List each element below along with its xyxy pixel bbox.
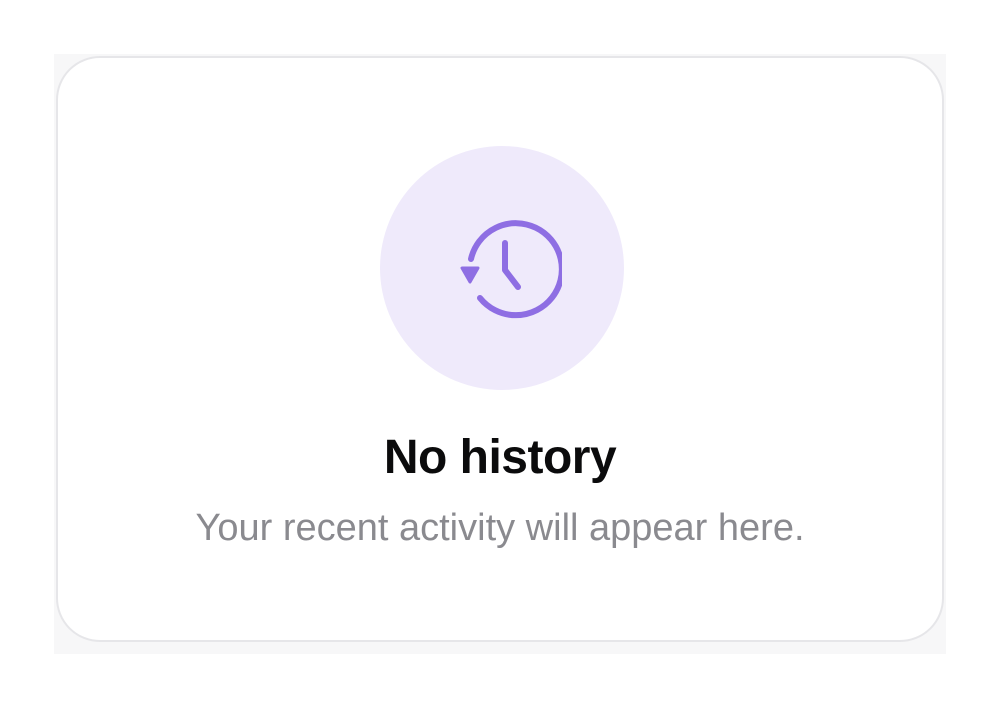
history-icon: [460, 220, 562, 319]
empty-state-title: No history: [383, 431, 617, 484]
empty-state-subtitle: Your recent activity will appear here.: [195, 507, 805, 549]
icon-badge: [380, 146, 624, 390]
empty-state-card: No history Your recent activity will app…: [56, 56, 944, 642]
